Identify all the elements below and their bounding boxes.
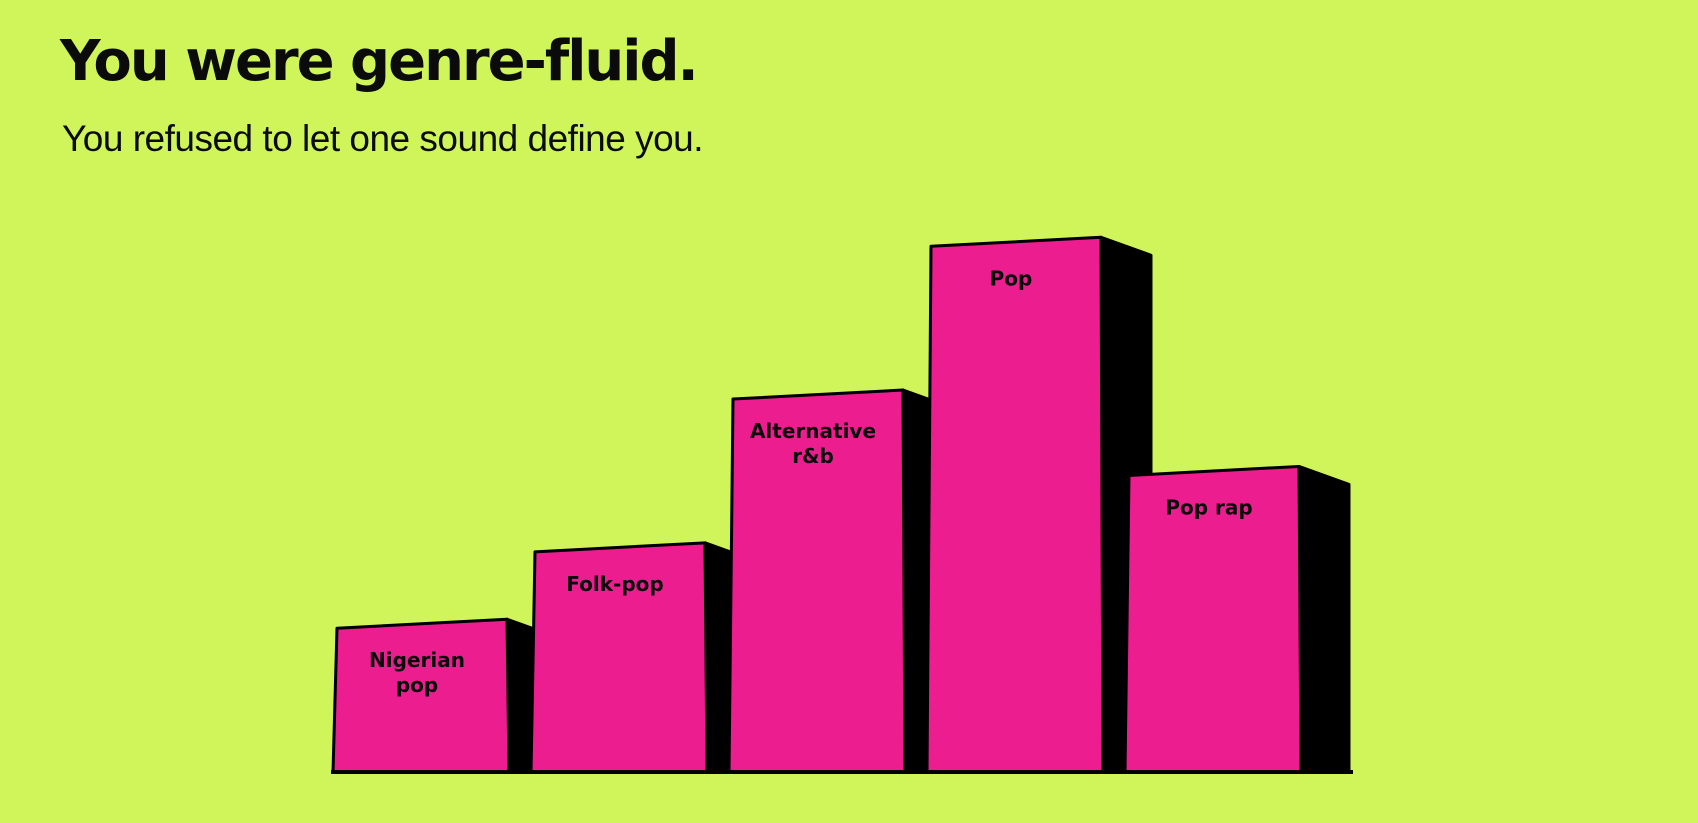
bar-nigerian-pop: Nigerian pop xyxy=(331,617,559,774)
bar-alternative-rb: Alternative r&b xyxy=(727,388,955,774)
bar-folk-pop: Folk-pop xyxy=(529,541,757,774)
bar-label-pop-rap: Pop rap xyxy=(1165,495,1252,519)
bar-label-folk-pop: Folk-pop xyxy=(566,572,663,596)
bars-group: Nigerian pop Folk-pop Alternative r&b Pop Pop … xyxy=(331,235,1353,774)
bar-side xyxy=(1297,464,1351,774)
bar-pop-rap: Pop rap xyxy=(1123,464,1351,774)
bar-label-pop: Pop xyxy=(990,266,1033,290)
genre-bar-chart: Nigerian pop Folk-pop Alternative r&b Pop Pop … xyxy=(331,235,1353,774)
bar-pop: Pop xyxy=(925,235,1153,774)
bar-face xyxy=(925,235,1105,774)
